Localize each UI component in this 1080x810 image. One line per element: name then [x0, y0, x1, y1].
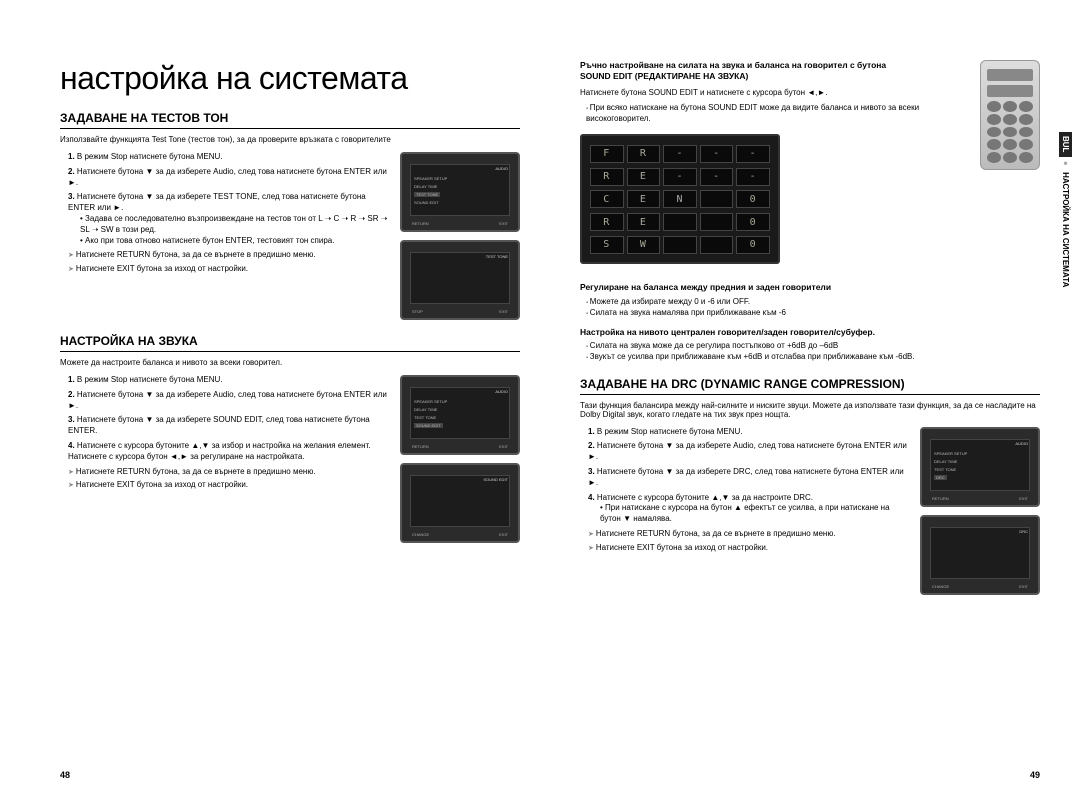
- segment-display: FR--- RE--- CEN 0 RE 0 SW 0: [580, 134, 780, 264]
- page-number: 49: [1030, 770, 1040, 780]
- tv-screenshot: AUDIO SPEAKER SETUP DELAY TIME TEST TONE…: [400, 152, 520, 232]
- page-number: 48: [60, 770, 70, 780]
- page-left: настройка на системата ЗАДАВАНЕ НА ТЕСТО…: [60, 60, 520, 780]
- steps-drc: 1. В режим Stop натиснете бутона MENU. 2…: [580, 427, 910, 525]
- tv-screenshot: DRC CHANGEEXIT: [920, 515, 1040, 595]
- tv-screenshot: SOUND EDIT CHANGEEXIT: [400, 463, 520, 543]
- heading-sound: НАСТРОЙКА НА ЗВУКА: [60, 334, 520, 352]
- subheading-level: Настройка на нивото централен говорител/…: [580, 327, 1040, 338]
- tv-screenshot: TEST TONE STOPEXIT: [400, 240, 520, 320]
- heading-test-tone: ЗАДАВАНЕ НА ТЕСТОВ ТОН: [60, 111, 520, 129]
- remote-illustration: [980, 60, 1040, 170]
- main-title: настройка на системата: [60, 60, 520, 97]
- intro-sound: Можете да настроите баланса и нивото за …: [60, 358, 520, 367]
- page-right: Ръчно настройване на силата на звука и б…: [580, 60, 1040, 780]
- subheading-balance: Регулиране на баланса между предния и за…: [580, 282, 1040, 293]
- tv-screenshot: AUDIO SPEAKER SETUP DELAY TIME TEST TONE…: [920, 427, 1040, 507]
- side-tab: BUL ● НАСТРОЙКА НА СИСТЕМАТА: [1050, 80, 1070, 340]
- intro-drc: Тази функция балансира между най-силните…: [580, 401, 1040, 419]
- steps-sound: 1. В режим Stop натиснете бутона MENU. 2…: [60, 375, 390, 463]
- intro-test-tone: Използвайте функцията Test Tone (тестов …: [60, 135, 520, 144]
- steps-test-tone: 1. В режим Stop натиснете бутона MENU. 2…: [60, 152, 390, 246]
- tv-screenshot: AUDIO SPEAKER SETUP DELAY TIME TEST TONE…: [400, 375, 520, 455]
- heading-drc: ЗАДАВАНЕ НА DRC (DYNAMIC RANGE COMPRESSI…: [580, 377, 1040, 395]
